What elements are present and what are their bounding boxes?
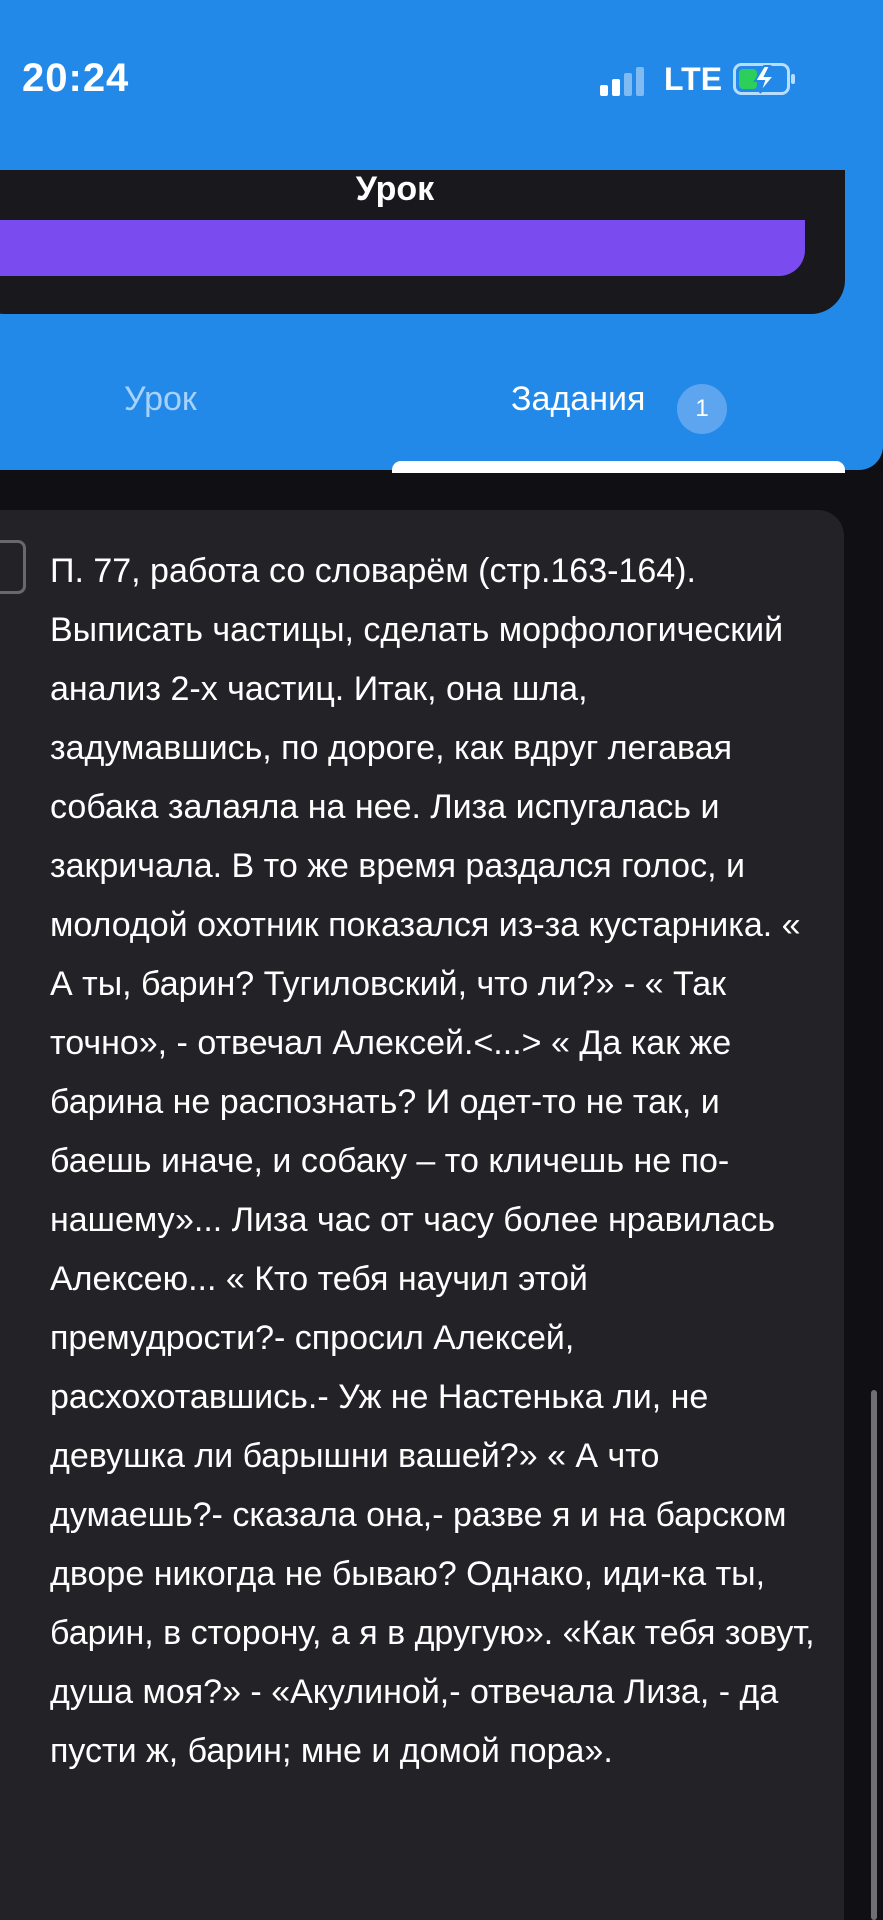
lesson-tabs: Урок Задания xyxy=(0,380,883,470)
active-tab-indicator xyxy=(392,461,845,473)
page-title: Урок xyxy=(355,170,435,208)
app-header: 20:24 LTE Урок Урок Задания 1 xyxy=(0,0,883,473)
lesson-progress-bar xyxy=(0,220,805,276)
signal-bars-icon xyxy=(600,62,650,96)
status-time: 20:24 xyxy=(22,56,130,100)
tab-lesson[interactable]: Урок xyxy=(124,380,197,470)
status-bar: 20:24 LTE xyxy=(0,0,883,160)
tab-tasks[interactable]: Задания xyxy=(511,380,645,470)
network-label: LTE xyxy=(664,61,723,97)
scrollbar-thumb[interactable] xyxy=(871,1390,877,1920)
tasks-count-badge: 1 xyxy=(677,384,727,434)
task-text: П. 77, работа со словарём (стр.163-164).… xyxy=(50,552,815,1770)
battery-charging-icon xyxy=(733,63,795,95)
checkbox-icon[interactable] xyxy=(0,540,26,594)
lesson-screen: 20:24 LTE Урок Урок Задания 1 П. 77, раб… xyxy=(0,0,883,1920)
